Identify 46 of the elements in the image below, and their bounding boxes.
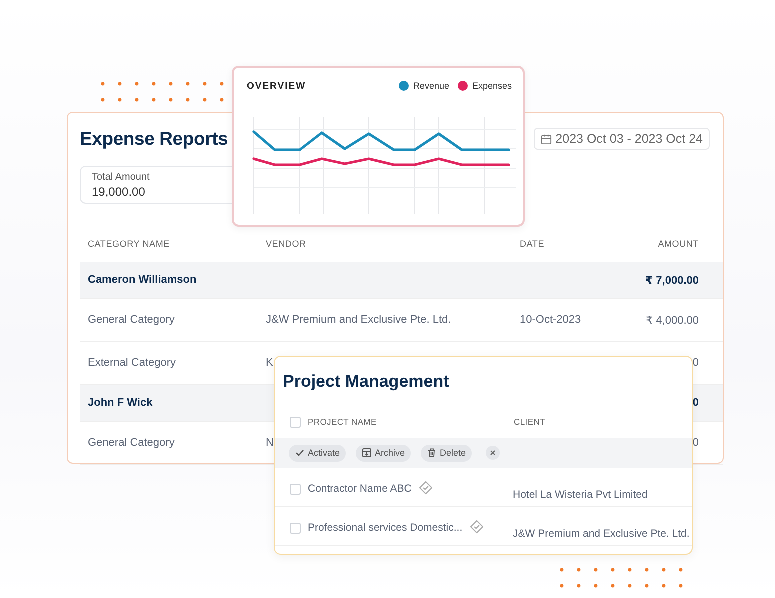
- column-header: DATE: [520, 239, 546, 249]
- table-cell: K: [266, 357, 274, 369]
- verified-badge-icon: [418, 481, 433, 495]
- card-title: OVERVIEW: [247, 80, 306, 92]
- legend-label: Revenue: [413, 81, 450, 91]
- column-header: PROJECT NAME: [308, 417, 378, 427]
- table-cell: ₹ 7,000.00: [645, 274, 699, 286]
- client-name: Hotel La Wisteria Pvt Limited: [513, 489, 648, 501]
- calendar-icon: [540, 134, 552, 144]
- table-cell: General Category: [88, 314, 175, 326]
- table-cell: J&W Premium and Exclusive Pte. Ltd.: [266, 314, 452, 326]
- archive-icon: [362, 448, 372, 458]
- total-value: 19,000.00: [92, 185, 146, 199]
- date-range-button[interactable]: 2023 Oct 03 - 2023 Oct 24: [534, 128, 710, 150]
- table-cell: N: [266, 437, 274, 449]
- table-cell: General Category: [88, 437, 175, 449]
- table-cell: Cameron Williamson: [88, 274, 197, 286]
- close-button[interactable]: [486, 446, 500, 460]
- card-title: Project Management: [283, 371, 450, 393]
- verified-badge-icon: [470, 520, 484, 534]
- table-cell: 10-Oct-2023: [520, 314, 582, 326]
- check-icon: [295, 448, 305, 458]
- table-cell: 0: [692, 437, 699, 449]
- checkbox[interactable]: [290, 416, 301, 428]
- activate-button[interactable]: Activate: [289, 444, 346, 462]
- trash-icon: [427, 448, 438, 458]
- table-cell: 0: [692, 357, 699, 369]
- table-cell: 0: [692, 397, 699, 409]
- column-header: CATEGORY NAME: [88, 239, 171, 249]
- column-header: AMOUNT: [657, 239, 699, 249]
- table-cell: John F Wick: [88, 397, 153, 409]
- column-header: VENDOR: [266, 239, 308, 249]
- project-name: Contractor Name ABC: [308, 483, 412, 495]
- client-name: J&W Premium and Exclusive Pte. Ltd.: [513, 528, 690, 540]
- checkbox[interactable]: [290, 523, 301, 534]
- table-cell: External Category: [88, 357, 176, 369]
- archive-button[interactable]: Archive: [356, 444, 412, 462]
- project-name: Professional services Domestic...: [308, 522, 463, 534]
- total-label: Total Amount: [92, 172, 151, 183]
- close-icon: [488, 448, 498, 458]
- legend-label: Expenses: [472, 81, 512, 91]
- column-header: CLIENT: [514, 417, 546, 427]
- card-title: Expense Reports: [80, 127, 230, 151]
- delete-button[interactable]: Delete: [421, 444, 472, 462]
- table-cell: ₹ 4,000.00: [646, 314, 699, 326]
- checkbox[interactable]: [290, 484, 301, 495]
